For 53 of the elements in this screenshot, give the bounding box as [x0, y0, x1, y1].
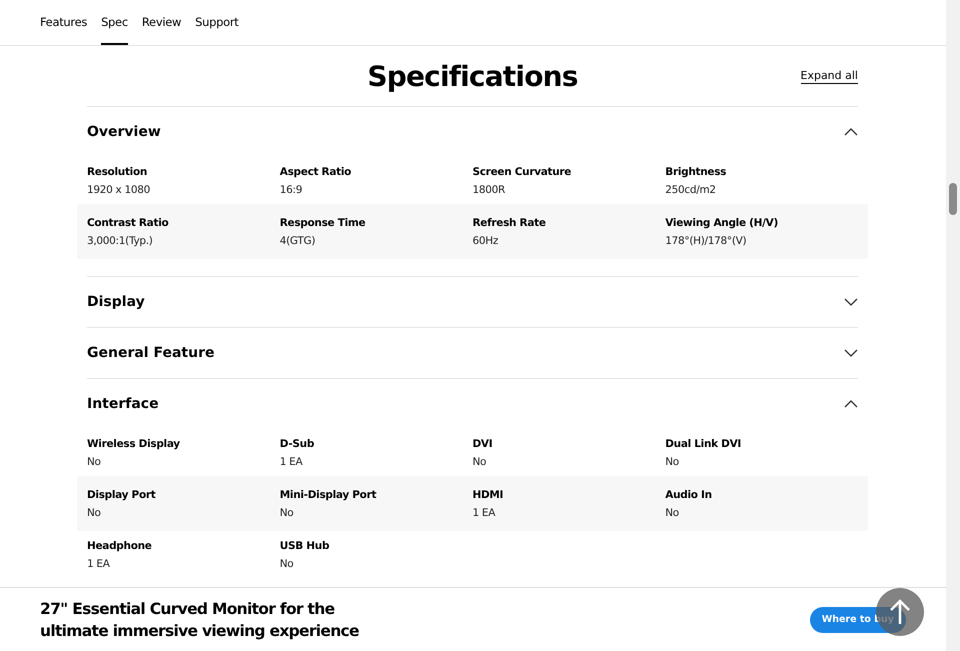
spec-label: Viewing Angle (H/V) — [665, 216, 779, 228]
spec-label: D-Sub — [280, 438, 316, 450]
spec-value: No — [87, 506, 102, 518]
nav-tab[interactable]: Spec — [101, 0, 128, 45]
spec-value: No — [665, 506, 680, 518]
chevron-up-icon — [844, 400, 858, 408]
spec-value: 1 EA — [280, 456, 304, 468]
scrollbar[interactable] — [946, 0, 960, 651]
back-to-top-button[interactable] — [876, 588, 924, 636]
chevron-down-icon — [844, 298, 858, 306]
spec-value: 250cd/m2 — [665, 184, 717, 196]
spec-label: Contrast Ratio — [87, 216, 170, 228]
section-header[interactable]: Interface — [87, 379, 858, 429]
nav-tab[interactable]: Support — [195, 0, 238, 45]
spec-value: 60Hz — [472, 234, 500, 246]
chevron-down-icon — [844, 349, 858, 357]
spec-label: DVI — [472, 438, 494, 450]
spec-value: 178°(H)/178°(V) — [665, 234, 748, 246]
spec-value: No — [665, 456, 680, 468]
section-header[interactable]: General Feature — [87, 328, 858, 378]
spec-value: 1 EA — [87, 558, 111, 570]
spec-value: No — [280, 558, 294, 570]
section-header[interactable]: Display — [87, 277, 858, 327]
page-title: Specifications — [367, 60, 578, 92]
nav-tab[interactable]: Review — [142, 0, 182, 45]
spec-label: Audio In — [665, 488, 713, 500]
spec-value: No — [87, 456, 102, 468]
nav-tab[interactable]: Features — [40, 0, 88, 45]
chevron-up-icon — [844, 128, 858, 136]
spec-value: 16:9 — [280, 184, 304, 196]
spec-label: Dual Link DVI — [665, 438, 742, 450]
spec-label: Screen Curvature — [472, 166, 572, 178]
spec-label: Brightness — [665, 166, 728, 178]
spec-value: 1800R — [472, 184, 506, 196]
expand-all-link[interactable]: Expand all — [800, 68, 858, 84]
spec-label: Refresh Rate — [472, 216, 547, 228]
spec-label: Aspect Ratio — [280, 166, 352, 178]
spec-label: Response Time — [280, 216, 366, 228]
product-name: 27" Essential Curved Monitor for the ultimate immersive viewing experience — [40, 598, 360, 642]
spec-value: 4(GTG) — [280, 234, 316, 246]
spec-value: 1920 x 1080 — [87, 184, 152, 196]
spec-label: Mini-Display Port — [280, 488, 378, 500]
section-header[interactable]: Overview — [87, 107, 858, 157]
spec-label: Resolution — [87, 166, 148, 178]
spec-value: 1 EA — [472, 506, 496, 518]
spec-label: HDMI — [472, 488, 504, 500]
spec-label: USB Hub — [280, 540, 330, 552]
spec-label: Display Port — [87, 488, 156, 500]
spec-value: 3,000:1(Typ.) — [87, 234, 154, 246]
spec-label: Headphone — [87, 540, 153, 552]
spec-value: No — [472, 456, 488, 468]
spec-value: No — [280, 506, 294, 518]
spec-label: Wireless Display — [87, 438, 181, 450]
